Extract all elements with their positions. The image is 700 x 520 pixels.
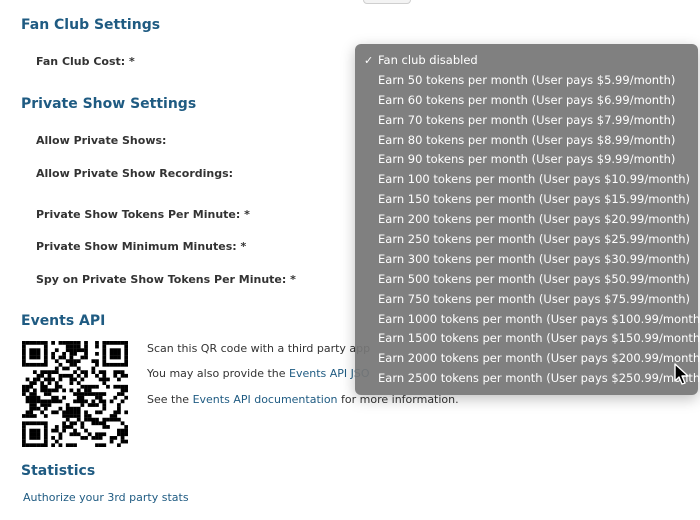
dropdown-option[interactable]: Earn 300 tokens per month (User pays $30… bbox=[355, 250, 698, 270]
dropdown-option-label: Earn 500 tokens per month (User pays $50… bbox=[378, 271, 691, 286]
dropdown-option-label: Earn 200 tokens per month (User pays $20… bbox=[378, 212, 691, 227]
dropdown-option[interactable]: Earn 2000 tokens per month (User pays $2… bbox=[355, 349, 700, 369]
dropdown-option[interactable]: Earn 100 tokens per month (User pays $10… bbox=[355, 170, 698, 190]
mouse-pointer-icon bbox=[674, 363, 689, 385]
authorize-stats-link[interactable]: Authorize your 3rd party stats bbox=[23, 491, 189, 504]
checkmark-icon: ✓ bbox=[364, 54, 374, 67]
dropdown-option-label: Earn 100 tokens per month (User pays $10… bbox=[378, 172, 691, 187]
events-api-scan-text: Scan this QR code with a third party app bbox=[147, 342, 371, 355]
dropdown-option[interactable]: Earn 250 tokens per month (User pays $25… bbox=[355, 230, 698, 250]
dropdown-option-label: Earn 70 tokens per month (User pays $7.9… bbox=[378, 112, 676, 127]
dropdown-option-label: Earn 2000 tokens per month (User pays $2… bbox=[378, 351, 700, 366]
allow-private-shows-label: Allow Private Shows: bbox=[36, 134, 167, 147]
dropdown-option-label: Fan club disabled bbox=[378, 53, 478, 67]
dropdown-option-label: Earn 1000 tokens per month (User pays $1… bbox=[378, 311, 700, 326]
dropdown-option-label: Earn 80 tokens per month (User pays $8.9… bbox=[378, 132, 676, 147]
dropdown-option-label: Earn 300 tokens per month (User pays $30… bbox=[378, 251, 691, 266]
dropdown-option[interactable]: Earn 2500 tokens per month (User pays $2… bbox=[355, 369, 700, 389]
events-api-documentation-link[interactable]: Events API documentation bbox=[193, 393, 338, 406]
fan-club-cost-dropdown-menu[interactable]: ✓ Fan club disabled Earn 50 tokens per mon… bbox=[355, 44, 700, 395]
option-fan-club-disabled[interactable]: ✓ Fan club disabled bbox=[355, 51, 698, 71]
private-show-settings-title: Private Show Settings bbox=[21, 96, 197, 112]
events-api-provide-text: You may also provide the Events API JSO bbox=[147, 367, 370, 380]
dropdown-option[interactable]: Earn 1500 tokens per month (User pays $1… bbox=[355, 329, 700, 349]
qr-code-image bbox=[22, 341, 128, 447]
dropdown-option[interactable]: Earn 80 tokens per month (User pays $8.9… bbox=[355, 131, 698, 151]
dropdown-option[interactable]: Earn 90 tokens per month (User pays $9.9… bbox=[355, 150, 698, 170]
dropdown-option-label: Earn 150 tokens per month (User pays $15… bbox=[378, 192, 691, 207]
spy-private-show-tokens-label: Spy on Private Show Tokens Per Minute: * bbox=[36, 273, 296, 286]
dropdown-option-label: Earn 90 tokens per month (User pays $9.9… bbox=[378, 152, 676, 167]
dropdown-option-label: Earn 50 tokens per month (User pays $5.9… bbox=[378, 72, 676, 87]
dropdown-option[interactable]: Earn 750 tokens per month (User pays $75… bbox=[355, 290, 698, 310]
dropdown-option[interactable]: Earn 50 tokens per month (User pays $5.9… bbox=[355, 71, 698, 91]
statistics-title: Statistics bbox=[21, 463, 96, 479]
fan-club-cost-label: Fan Club Cost: * bbox=[36, 55, 135, 68]
dropdown-option-label: Earn 2500 tokens per month (User pays $2… bbox=[378, 371, 700, 386]
dropdown-option-label: Earn 1500 tokens per month (User pays $1… bbox=[378, 331, 700, 346]
private-show-tokens-per-minute-label: Private Show Tokens Per Minute: * bbox=[36, 208, 250, 221]
dropdown-option[interactable]: Earn 200 tokens per month (User pays $20… bbox=[355, 210, 698, 230]
top-select-stub[interactable] bbox=[363, 0, 411, 4]
allow-private-show-recordings-label: Allow Private Show Recordings: bbox=[36, 167, 234, 180]
dropdown-option-label: Earn 60 tokens per month (User pays $6.9… bbox=[378, 92, 676, 107]
dropdown-option[interactable]: Earn 60 tokens per month (User pays $6.9… bbox=[355, 91, 698, 111]
dropdown-option-label: Earn 750 tokens per month (User pays $75… bbox=[378, 291, 691, 306]
dropdown-option-label: Earn 250 tokens per month (User pays $25… bbox=[378, 232, 691, 247]
dropdown-option[interactable]: Earn 1000 tokens per month (User pays $1… bbox=[355, 310, 700, 330]
dropdown-option[interactable]: Earn 70 tokens per month (User pays $7.9… bbox=[355, 111, 698, 131]
private-show-minimum-minutes-label: Private Show Minimum Minutes: * bbox=[36, 240, 247, 253]
fan-club-settings-title: Fan Club Settings bbox=[21, 17, 161, 33]
dropdown-option[interactable]: Earn 150 tokens per month (User pays $15… bbox=[355, 190, 698, 210]
dropdown-option[interactable]: Earn 500 tokens per month (User pays $50… bbox=[355, 270, 698, 290]
events-api-title: Events API bbox=[21, 313, 106, 329]
